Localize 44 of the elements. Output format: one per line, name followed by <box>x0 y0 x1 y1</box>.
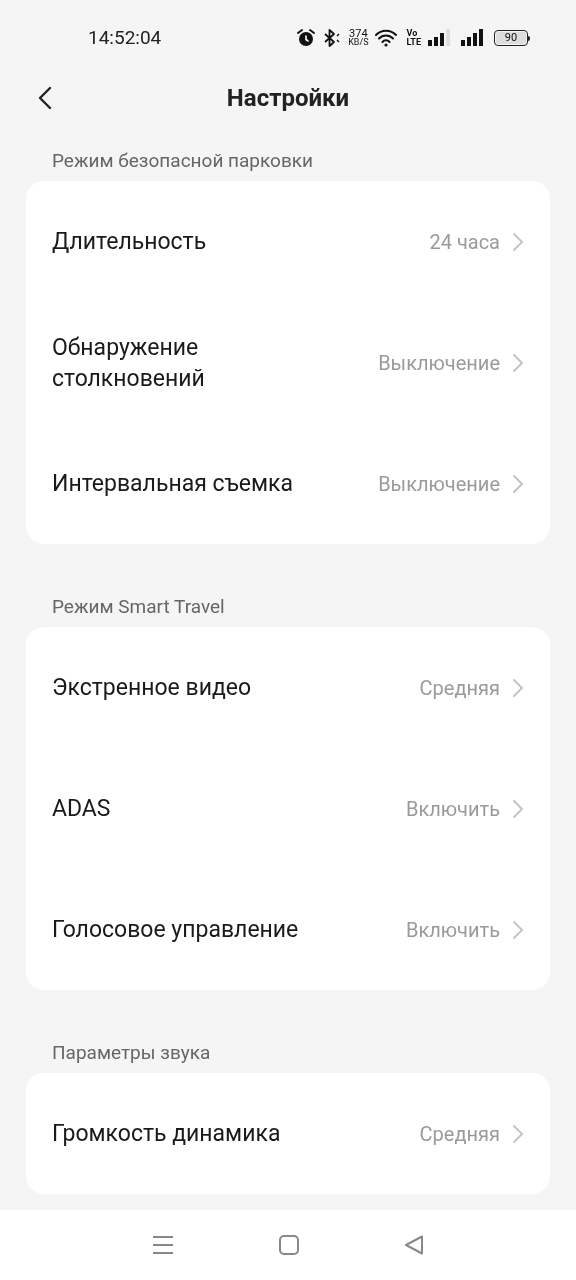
row-title: Обнаружение столкновений <box>52 332 206 394</box>
settings-row[interactable]: Голосовое управление Включить <box>26 869 550 990</box>
network-speed-unit: KB/S <box>348 38 369 47</box>
volte-label: LTE <box>406 38 421 47</box>
settings-row[interactable]: Длительность 24 часа <box>26 181 550 302</box>
settings-row[interactable]: Интервальная съемка Выключение <box>26 423 550 544</box>
wifi-icon <box>375 29 400 47</box>
bluetooth-icon <box>323 28 342 48</box>
chevron-right-icon <box>512 231 524 252</box>
row-value: Выключение <box>378 470 500 498</box>
chevron-right-icon <box>512 1123 524 1144</box>
home-icon[interactable] <box>279 1235 299 1255</box>
network-speed: 374 <box>349 29 368 38</box>
row-title: Длительность <box>52 227 208 257</box>
chevron-right-icon <box>512 919 524 940</box>
row-value: Включить <box>405 916 500 944</box>
section-label: Параметры звука <box>51 1040 212 1066</box>
volte-label: Vo <box>406 29 418 38</box>
chevron-right-icon <box>512 352 524 373</box>
alarm-icon <box>296 28 317 48</box>
status-time: 14:52:04 <box>88 24 162 51</box>
settings-row[interactable]: Экстренное видео Средняя <box>26 627 550 748</box>
section-label: Режим Smart Travel <box>51 594 226 620</box>
row-value: Включить <box>405 795 500 823</box>
row-title: Громкость динамика <box>52 1119 282 1149</box>
chevron-right-icon <box>512 473 524 494</box>
row-value: Средняя <box>419 1120 500 1148</box>
section-label: Режим безопасной парковки <box>51 148 315 174</box>
page-title: Настройки <box>226 83 350 114</box>
row-value: 24 часа <box>429 228 500 256</box>
row-value: Выключение <box>378 349 500 377</box>
row-value: Средняя <box>419 674 500 702</box>
row-title: Голосовое управление <box>52 915 300 945</box>
settings-row[interactable]: Обнаружение столкновений Выключение <box>26 302 550 423</box>
back-icon[interactable] <box>403 1235 424 1255</box>
settings-row[interactable]: ADAS Включить <box>26 748 550 869</box>
settings-row[interactable]: Громкость динамика Средняя <box>26 1073 550 1194</box>
chevron-right-icon <box>512 798 524 819</box>
chevron-right-icon <box>512 677 524 698</box>
battery-indicator: 90 <box>494 30 530 46</box>
row-title: Интервальная съемка <box>52 469 294 499</box>
row-title: ADAS <box>52 794 112 824</box>
menu-icon[interactable] <box>152 1235 175 1255</box>
row-title: Экстренное видео <box>52 673 253 703</box>
